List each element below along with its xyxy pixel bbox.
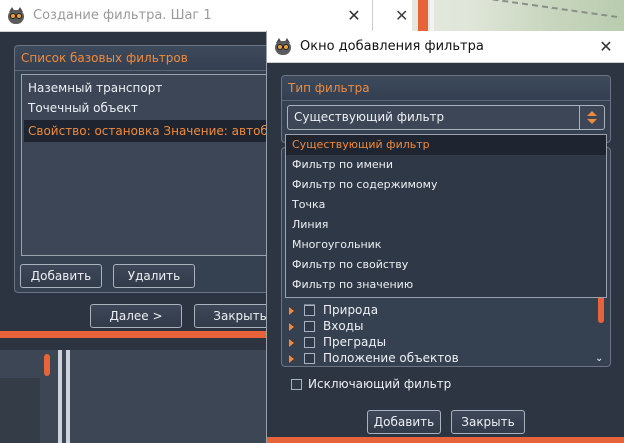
expand-arrow-icon[interactable] [289,322,294,331]
select-value: Существующий фильтр [294,110,445,124]
map-road-edge [430,0,434,32]
tree-item[interactable]: Входы [289,318,363,335]
dropdown-option[interactable]: Фильтр по свойству [292,255,408,275]
map-rail [58,348,62,443]
panel-title: Тип фильтра [282,76,610,101]
dropdown-option[interactable]: Фильтр по имени [292,155,393,175]
tree-item[interactable]: Преграды [289,334,386,351]
chevron-up-icon [587,111,597,116]
map-marker [44,354,50,376]
dropdown-option[interactable]: Точка [292,195,325,215]
owl-icon [274,37,292,56]
window-title: Окно добавления фильтра [300,39,484,54]
window-accent-bar [267,437,624,443]
list-item-selected[interactable]: Свойство: остановка Значение: автобус [28,121,282,141]
create-filter-titlebar: Создание фильтра. Шаг 1 ✕ [0,0,372,32]
map-road [418,0,428,32]
add-button[interactable]: Добавить [20,264,102,288]
close-icon[interactable]: ✕ [596,37,616,57]
filter-type-dropdown[interactable]: Существующий фильтр Фильтр по имени Филь… [285,134,607,298]
dropdown-option[interactable]: Фильтр по значению [292,275,413,295]
dropdown-option[interactable]: Линия [292,215,328,235]
background-window-close-icon[interactable]: ✕ [395,6,408,25]
map-dashed-line [442,0,622,19]
background-window: ✕ [372,0,412,32]
list-item[interactable]: Наземный транспорт [28,78,162,98]
filter-type-select[interactable]: Существующий фильтр [287,105,605,130]
map-shadow [0,378,40,443]
list-item[interactable]: Точечный объект [28,98,138,118]
exclusive-filter-label: Исключающий фильтр [308,377,452,391]
checkbox[interactable] [304,353,315,364]
tree-item[interactable]: Положение объектов [289,350,459,367]
close-icon[interactable]: ✕ [344,6,364,26]
expand-arrow-icon[interactable] [289,306,294,315]
map-rail [66,348,70,443]
window-title: Создание фильтра. Шаг 1 [33,8,212,23]
scroll-down-icon[interactable]: ⌄ [595,353,603,364]
tree-item[interactable]: Природа [289,302,378,319]
add-filter-window: Окно добавления фильтра ✕ Тип фильтра Су… [266,31,624,443]
expand-arrow-icon[interactable] [289,354,294,363]
expand-arrow-icon[interactable] [289,338,294,347]
next-button[interactable]: Далее > [90,304,182,328]
dropdown-option[interactable]: Фильтр по содержимому [292,175,437,195]
checkbox[interactable] [304,337,315,348]
chevron-down-icon [587,119,597,124]
background-map-bottom [0,348,268,443]
owl-icon [7,6,25,25]
dropdown-option[interactable]: Многоугольник [292,235,381,255]
exclusive-filter-checkbox[interactable] [291,379,302,390]
add-filter-titlebar: Окно добавления фильтра ✕ [267,31,624,63]
dropdown-option[interactable]: Существующий фильтр [292,135,430,155]
checkbox[interactable] [304,321,315,332]
delete-button[interactable]: Удалить [113,264,195,288]
add-button[interactable]: Добавить [367,410,441,434]
checkbox[interactable] [304,305,315,316]
close-button[interactable]: Закрыть [451,410,525,434]
select-arrows[interactable] [579,106,604,129]
exclusive-filter-option[interactable]: Исключающий фильтр [291,376,451,392]
